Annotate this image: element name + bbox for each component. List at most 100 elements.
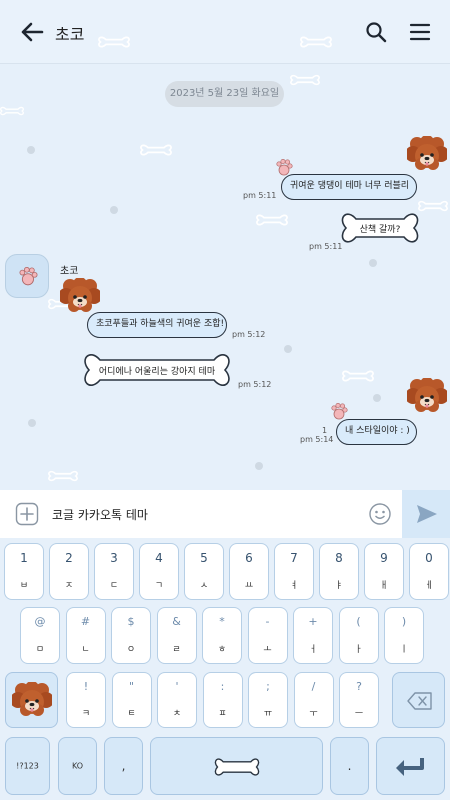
language-key-label: KO: [71, 761, 84, 771]
middle-row-key[interactable]: * ㅎ: [202, 607, 242, 664]
key-secondary-label: -: [265, 615, 270, 628]
middle-row-key[interactable]: ) ㅣ: [384, 607, 424, 664]
chat-header: 초코: [0, 0, 450, 64]
key-primary-label: ㄴ: [81, 645, 90, 655]
key-primary-label: ㅔ: [424, 581, 434, 591]
number-row-key[interactable]: 7ㅕ: [274, 543, 314, 600]
mode-key[interactable]: !?123: [5, 737, 50, 795]
lower-row-key[interactable]: :ㅍ: [202, 672, 243, 728]
number-row-key[interactable]: 5ㅅ: [184, 543, 224, 600]
key-secondary-label: #: [80, 615, 91, 628]
key-primary-label: ㄱ: [154, 581, 164, 591]
language-key[interactable]: KO: [58, 737, 97, 795]
number-row-key[interactable]: 8ㅑ: [319, 543, 359, 600]
bone-decoration: [418, 200, 448, 212]
dot-decoration: [255, 462, 263, 470]
menu-icon[interactable]: [408, 20, 432, 44]
message-time: pm 5:11: [309, 242, 343, 251]
key-primary-label: ㅡ: [354, 709, 364, 719]
enter-key[interactable]: [376, 737, 445, 795]
send-button[interactable]: [402, 490, 450, 538]
middle-row-key[interactable]: $ ㅇ: [111, 607, 151, 664]
key-primary-label: ㅣ: [399, 645, 409, 655]
key-secondary-label: 8: [335, 551, 343, 565]
key-primary-label: ㅂ: [19, 581, 29, 591]
keyboard: 1ㅂ2ㅈ3ㄷ4ㄱ5ㅅ6ㅛ7ㅕ8ㅑ9ㅐ0ㅔ @ ㅁ # ㄴ $ ㅇ & ㄹ * ㅎ - ㅗ + ㅓ(ㅏ) ㅣ …: [0, 538, 450, 800]
bone-decoration: [256, 214, 288, 226]
space-key[interactable]: [150, 737, 323, 795]
period-key[interactable]: .: [330, 737, 369, 795]
key-primary-label: ㅊ: [172, 709, 182, 719]
bone-decoration: [0, 106, 24, 116]
chat-area[interactable]: 2023년 5월 23일 화요일 귀여운 댕댕이 테마 너무 러블리 pm 5:…: [0, 64, 450, 490]
number-row-key[interactable]: 1ㅂ: [4, 543, 44, 600]
message-bubble[interactable]: 산책 갈까?: [340, 208, 420, 248]
key-primary-label: ㅏ: [354, 645, 363, 655]
emoji-icon[interactable]: [368, 502, 392, 526]
key-primary-label: ㅜ: [309, 709, 318, 719]
key-primary-label: ㅑ: [334, 581, 344, 591]
key-secondary-label: 7: [290, 551, 298, 565]
bone-decoration: [48, 470, 78, 482]
middle-row-key[interactable]: & ㄹ: [156, 607, 197, 664]
key-primary-label: ㅋ: [81, 709, 91, 719]
lower-row-key[interactable]: ' ㅊ: [157, 672, 197, 728]
number-row-key[interactable]: 4ㄱ: [139, 543, 179, 600]
key-primary-label: ㅗ: [263, 645, 272, 655]
key-secondary-label: 0: [425, 551, 433, 565]
key-secondary-label: &: [172, 615, 181, 628]
message-text: 산책 갈까?: [359, 224, 401, 235]
key-secondary-label: ?: [356, 680, 362, 693]
poodle-icon: [407, 378, 447, 413]
key-secondary-label: *: [219, 615, 225, 628]
message-bubble[interactable]: 어디에나 어울리는 강아지 테마: [82, 348, 232, 392]
key-primary-label: ㅠ: [263, 709, 273, 719]
key-secondary-label: 9: [380, 551, 388, 565]
bone-icon: [214, 758, 260, 776]
backspace-key[interactable]: [392, 672, 445, 728]
key-primary-label: ㅛ: [244, 581, 254, 591]
number-row-key[interactable]: 2ㅈ: [49, 543, 89, 600]
paw-icon: [19, 267, 38, 286]
message-bubble[interactable]: 귀여운 댕댕이 테마 너무 러블리: [281, 174, 417, 200]
number-row-key[interactable]: 3ㄷ: [94, 543, 134, 600]
middle-row-key[interactable]: # ㄴ: [65, 607, 106, 664]
unread-count: 1: [322, 426, 328, 435]
bone-decoration: [98, 36, 130, 48]
dot-decoration: [28, 419, 36, 427]
message-bubble[interactable]: 초코푸들과 하늘색의 귀여운 조합!: [87, 312, 227, 338]
dot-decoration: [110, 206, 118, 214]
number-row-key[interactable]: 6ㅛ: [229, 543, 269, 600]
comma-key[interactable]: ,: [104, 737, 143, 795]
middle-row-key[interactable]: -ㅗ: [247, 607, 288, 664]
send-icon: [417, 505, 437, 523]
lower-row-key[interactable]: ; ㅠ: [248, 672, 288, 728]
key-primary-label: ㅍ: [218, 709, 227, 719]
key-primary-label: ㅓ: [308, 645, 318, 655]
message-input[interactable]: 코글 카카오톡 테마: [52, 506, 148, 523]
lower-row-key[interactable]: / ㅜ: [293, 672, 334, 728]
number-row-key[interactable]: 9ㅐ: [364, 543, 404, 600]
poodle-key[interactable]: [5, 672, 58, 728]
middle-row-key[interactable]: @ ㅁ: [20, 607, 60, 664]
backspace-icon: [407, 692, 432, 710]
key-secondary-label: +: [308, 615, 318, 628]
lower-row-key[interactable]: ! ㅋ: [66, 672, 106, 728]
plus-icon[interactable]: [15, 502, 39, 526]
lower-row-key[interactable]: " ㅌ: [111, 672, 152, 728]
message-time: pm 5:11: [243, 191, 277, 200]
back-arrow-icon[interactable]: [18, 18, 46, 46]
avatar[interactable]: [5, 254, 49, 298]
search-icon[interactable]: [364, 20, 388, 44]
lower-row-key[interactable]: ? ㅡ: [339, 672, 379, 728]
key-secondary-label: :: [220, 680, 225, 693]
message-bubble[interactable]: 내 스타일이야 : ): [336, 419, 417, 445]
key-secondary-label: !: [83, 680, 89, 693]
number-row-key[interactable]: 0ㅔ: [409, 543, 449, 600]
bone-decoration: [342, 370, 374, 382]
middle-row-key[interactable]: (ㅏ: [338, 607, 379, 664]
key-primary-label: ㅈ: [64, 581, 74, 591]
middle-row-key[interactable]: + ㅓ: [293, 607, 333, 664]
sender-name: 초코: [60, 266, 79, 277]
key-primary-label: ㅁ: [35, 645, 45, 655]
